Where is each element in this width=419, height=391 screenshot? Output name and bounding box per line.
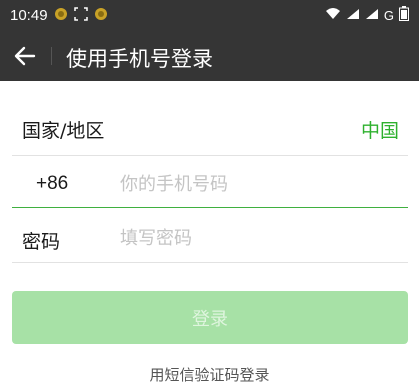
- page-title: 使用手机号登录: [66, 47, 213, 71]
- status-right: G: [325, 6, 409, 24]
- notification-coin-icon: [94, 6, 108, 25]
- region-label: 国家/地区: [22, 120, 105, 142]
- country-code[interactable]: +86: [36, 173, 68, 195]
- arrow-left-icon: [14, 46, 36, 66]
- back-button[interactable]: [12, 43, 38, 69]
- password-label: 密码: [22, 231, 61, 253]
- battery-icon: [399, 6, 409, 24]
- notification-coin-icon: [54, 6, 68, 25]
- divider: [12, 155, 408, 156]
- status-bar: 10:49 G: [0, 0, 419, 30]
- region-value: 中国: [360, 120, 399, 142]
- status-time: 10:49: [10, 6, 48, 24]
- phone-input-underline: [12, 207, 408, 208]
- region-row[interactable]: 国家/地区 中国: [0, 100, 419, 155]
- sms-login-link[interactable]: 用短信验证码登录: [0, 364, 419, 385]
- password-input[interactable]: [120, 224, 400, 252]
- signal-icon: [365, 8, 379, 23]
- signal-icon: [346, 8, 360, 23]
- app-bar: 使用手机号登录: [0, 30, 419, 81]
- divider: [12, 262, 408, 263]
- wifi-icon: [325, 7, 341, 23]
- screenshot-icon: [73, 6, 88, 25]
- appbar-divider: [51, 47, 52, 65]
- network-type: G: [383, 7, 394, 23]
- phone-input[interactable]: [120, 170, 400, 198]
- login-button[interactable]: 登录: [12, 291, 408, 344]
